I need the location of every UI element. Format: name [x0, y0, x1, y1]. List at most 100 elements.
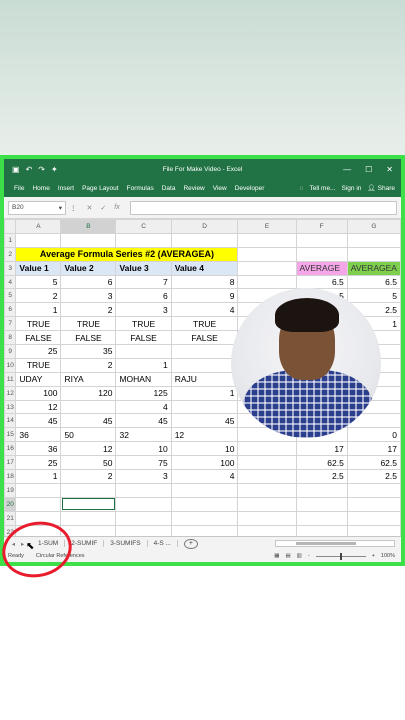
- tab-formulas[interactable]: Formulas: [123, 185, 158, 192]
- value-cell[interactable]: TRUE: [15, 316, 62, 332]
- cell[interactable]: [15, 232, 62, 248]
- row-header[interactable]: 10: [4, 357, 17, 373]
- cell[interactable]: [237, 441, 297, 457]
- value-cell[interactable]: 45: [115, 413, 172, 429]
- zoom-level[interactable]: 100%: [381, 553, 395, 559]
- cell[interactable]: [15, 496, 62, 512]
- value-cell[interactable]: 50: [60, 427, 117, 443]
- sheet-title-cell[interactable]: Average Formula Series #2 (AVERAGEA): [15, 246, 239, 262]
- cell[interactable]: [346, 496, 401, 512]
- value-cell[interactable]: 45: [15, 413, 62, 429]
- value-cell[interactable]: 9: [170, 288, 239, 304]
- sign-in-link[interactable]: Sign in: [342, 185, 362, 192]
- value-cell[interactable]: 4: [170, 302, 239, 318]
- value-cell[interactable]: 6: [60, 274, 117, 290]
- value-cell[interactable]: [115, 344, 172, 359]
- cell[interactable]: [295, 246, 348, 262]
- cell[interactable]: [115, 510, 172, 526]
- value-cell[interactable]: MOHAN: [115, 371, 172, 387]
- row-header[interactable]: 14: [4, 413, 17, 429]
- value-cell[interactable]: TRUE: [170, 316, 239, 332]
- cell[interactable]: [237, 510, 297, 526]
- cell[interactable]: [295, 496, 348, 512]
- averagea-result-cell[interactable]: 5: [346, 288, 401, 304]
- cell[interactable]: [237, 274, 297, 290]
- cell[interactable]: [15, 482, 62, 498]
- tab-view[interactable]: View: [209, 185, 231, 192]
- value-cell[interactable]: 1: [15, 469, 62, 484]
- value-cell[interactable]: TRUE: [60, 316, 117, 332]
- value-cell[interactable]: 1: [15, 302, 62, 318]
- value-cell[interactable]: 4: [115, 399, 172, 415]
- cell[interactable]: [60, 510, 117, 526]
- value-cell[interactable]: 100: [170, 455, 239, 471]
- row-header[interactable]: 9: [4, 344, 17, 359]
- value-cell[interactable]: 6: [115, 288, 172, 304]
- cancel-entry-button[interactable]: ✕: [87, 204, 93, 212]
- zoom-slider[interactable]: [315, 552, 366, 560]
- value-cell[interactable]: 12: [170, 427, 239, 443]
- tab-review[interactable]: Review: [179, 185, 208, 192]
- minimize-button[interactable]: —: [343, 165, 351, 174]
- tab-data[interactable]: Data: [158, 185, 180, 192]
- value-cell[interactable]: 5: [15, 274, 62, 290]
- average-result-cell[interactable]: 62.5: [295, 455, 348, 471]
- average-result-cell[interactable]: 6.5: [295, 274, 348, 290]
- value-cell[interactable]: 25: [15, 344, 62, 359]
- value-cell[interactable]: FALSE: [15, 330, 62, 346]
- row-header[interactable]: 5: [4, 288, 17, 304]
- average-result-cell[interactable]: 17: [295, 441, 348, 457]
- drag-handle-icon[interactable]: ⋮: [70, 204, 77, 212]
- sheet-tab[interactable]: 4-S ...: [148, 540, 178, 547]
- insert-function-button[interactable]: fx: [114, 204, 119, 212]
- share-button[interactable]: 👤︎ Share: [367, 184, 395, 193]
- value-cell[interactable]: 2: [15, 288, 62, 304]
- value-cell[interactable]: 2: [60, 302, 117, 318]
- value-cell[interactable]: 1: [115, 357, 172, 373]
- tell-me-box[interactable]: Tell me...: [309, 185, 335, 192]
- column-header[interactable]: E: [237, 219, 297, 234]
- value-cell[interactable]: 1: [170, 385, 239, 401]
- value-cell[interactable]: 12: [60, 441, 117, 457]
- horizontal-scrollbar[interactable]: [275, 540, 395, 547]
- row-header[interactable]: 4: [4, 274, 17, 290]
- value-cell[interactable]: 75: [115, 455, 172, 471]
- redo-icon[interactable]: ↷: [38, 165, 45, 174]
- value-cell[interactable]: 100: [15, 385, 62, 401]
- tab-file[interactable]: File: [10, 185, 28, 192]
- value-cell[interactable]: TRUE: [15, 357, 62, 373]
- column-label-cell[interactable]: Value 2: [60, 260, 117, 276]
- cell[interactable]: [295, 232, 348, 248]
- close-button[interactable]: ✕: [386, 165, 393, 174]
- row-header[interactable]: 15: [4, 427, 17, 443]
- cell[interactable]: [237, 496, 297, 512]
- cell[interactable]: [170, 510, 239, 526]
- value-cell[interactable]: 35: [60, 344, 117, 359]
- cell[interactable]: [237, 482, 297, 498]
- value-cell[interactable]: TRUE: [115, 316, 172, 332]
- zoom-in-button[interactable]: +: [372, 553, 375, 559]
- row-header[interactable]: 12: [4, 385, 17, 401]
- value-cell[interactable]: [60, 399, 117, 415]
- cell[interactable]: [295, 482, 348, 498]
- cell[interactable]: [295, 510, 348, 526]
- column-label-cell[interactable]: Value 4: [170, 260, 239, 276]
- value-cell[interactable]: 125: [115, 385, 172, 401]
- cell[interactable]: [170, 496, 239, 512]
- row-header[interactable]: 20: [4, 496, 17, 512]
- column-header[interactable]: B: [60, 219, 117, 234]
- cell[interactable]: [346, 232, 401, 248]
- row-header[interactable]: 3: [4, 260, 17, 276]
- value-cell[interactable]: FALSE: [115, 330, 172, 346]
- chevron-down-icon[interactable]: ▾: [59, 204, 62, 212]
- average-label-cell[interactable]: AVERAGE: [295, 260, 348, 276]
- value-cell[interactable]: 32: [115, 427, 172, 443]
- value-cell[interactable]: 7: [115, 274, 172, 290]
- column-header[interactable]: C: [115, 219, 172, 234]
- value-cell[interactable]: 50: [60, 455, 117, 471]
- value-cell[interactable]: 36: [15, 427, 62, 443]
- tab-developer[interactable]: Developer: [231, 185, 269, 192]
- enter-entry-button[interactable]: ✓: [100, 204, 106, 212]
- value-cell[interactable]: 45: [60, 413, 117, 429]
- page-layout-view-icon[interactable]: ▤: [285, 553, 290, 559]
